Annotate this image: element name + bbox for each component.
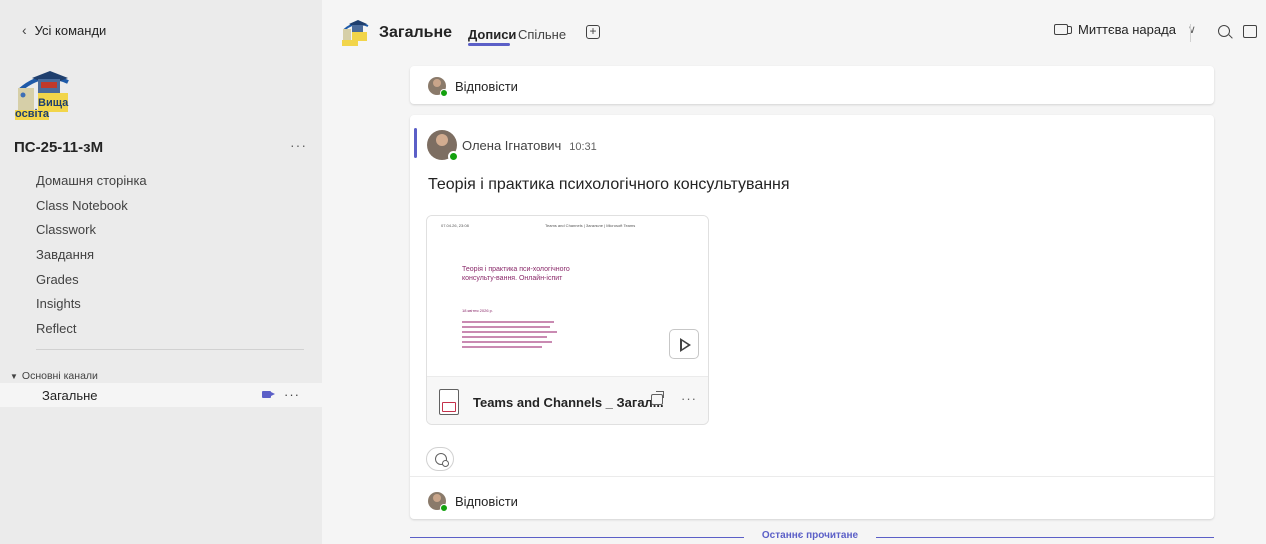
share-icon[interactable] [651, 391, 664, 405]
left-sidebar: ‹ Усі команди Вища освіта ПС-25-11-зМ ··… [0, 0, 322, 544]
team-more-options-button[interactable]: ··· [290, 137, 307, 153]
nav-item-reflect[interactable]: Reflect [36, 320, 147, 345]
nav-item-home[interactable]: Домашня сторінка [36, 172, 147, 197]
nav-item-classwork[interactable]: Classwork [36, 221, 147, 246]
user-avatar [428, 77, 448, 97]
file-name[interactable]: Teams and Channels _ Загал... [473, 395, 664, 410]
nav-item-class-notebook[interactable]: Class Notebook [36, 197, 147, 222]
reply-label: Відповісти [455, 78, 518, 94]
author-avatar [427, 130, 459, 162]
post-time: 10:31 [569, 141, 597, 153]
last-read-label: Останнє прочитане [761, 530, 859, 541]
active-tab-indicator [468, 43, 510, 46]
presence-available-icon [440, 504, 448, 512]
team-name: ПС-25-11-зМ [14, 139, 104, 156]
channel-team-logo [342, 20, 369, 46]
reply-button[interactable]: Відповісти [428, 77, 518, 97]
video-camera-icon [1054, 24, 1072, 35]
reply-label: Відповісти [455, 493, 518, 509]
reply-button[interactable]: Відповісти [428, 492, 518, 512]
preview-timestamp: 07.04.26, 23:08 [441, 223, 469, 228]
new-post-accent [414, 128, 417, 158]
meet-now-button[interactable]: Миттєва нарада ∨ [1054, 22, 1196, 37]
channel-header: Загальне Дописи Спільне + Миттєва нарада… [322, 0, 1266, 62]
file-info-bar: Teams and Channels _ Загал... ··· [427, 376, 708, 424]
author-avatar-wrap[interactable] [427, 130, 459, 162]
main-channels-section[interactable]: ▼ Основні канали [10, 370, 98, 382]
preview-heading: Теорія і практика пси-хологічного консул… [462, 266, 570, 282]
post-card: Олена Ігнатович 10:31 Теорія і практика п… [410, 115, 1214, 519]
chevron-left-icon: ‹ [22, 22, 27, 38]
tab-shared[interactable]: Спільне [518, 27, 566, 42]
last-read-line-right [876, 537, 1214, 538]
video-file-icon [439, 389, 459, 415]
team-logo-text-2: освіта [15, 108, 50, 120]
nav-item-grades[interactable]: Grades [36, 271, 147, 296]
preview-text-lines [462, 321, 562, 351]
post-subject: Теорія і практика психологічного консуль… [428, 176, 790, 193]
post-header: Олена Ігнатович 10:31 [462, 138, 597, 153]
channel-item-general[interactable]: Загальне ··· [0, 383, 322, 407]
caret-down-icon: ▼ [10, 371, 18, 381]
header-separator [1190, 24, 1191, 42]
previous-post-reply-card: Відповісти [410, 66, 1214, 104]
sidebar-divider [36, 349, 304, 350]
channel-title: Загальне [379, 24, 453, 41]
all-teams-label: Усі команди [34, 22, 107, 38]
channel-name: Загальне [42, 387, 98, 403]
file-more-options-button[interactable]: ··· [681, 391, 697, 406]
tab-posts[interactable]: Дописи [468, 27, 516, 42]
post-author[interactable]: Олена Ігнатович [462, 138, 561, 153]
nav-item-assignments[interactable]: Завдання [36, 246, 147, 271]
preview-page-title: Teams and Channels | Загальне | Microsof… [545, 223, 636, 228]
side-panel-icon[interactable] [1243, 25, 1257, 38]
presence-available-icon [448, 151, 459, 162]
add-tab-button[interactable]: + [586, 25, 600, 39]
play-icon[interactable] [669, 329, 699, 359]
user-avatar [428, 492, 448, 512]
video-camera-icon [262, 391, 275, 398]
presence-available-icon [440, 89, 448, 97]
team-nav-list: Домашня сторінка Class Notebook Classwor… [36, 172, 147, 345]
post-divider [410, 476, 1214, 477]
all-teams-back-link[interactable]: ‹ Усі команди [22, 22, 106, 38]
preview-date: 18 квітня 2026 р. [462, 308, 493, 313]
document-preview[interactable]: 07.04.26, 23:08 Teams and Channels | Заг… [427, 216, 708, 376]
main-channels-label: Основні канали [21, 370, 98, 382]
channel-more-options-button[interactable]: ··· [284, 387, 300, 402]
nav-item-insights[interactable]: Insights [36, 295, 147, 320]
meet-now-label: Миттєва нарада [1078, 22, 1176, 37]
last-read-line-left [410, 537, 744, 538]
last-read-divider: Останнє прочитане [410, 530, 1214, 544]
file-attachment-card[interactable]: 07.04.26, 23:08 Teams and Channels | Заг… [426, 215, 709, 425]
add-reaction-icon[interactable] [426, 447, 454, 471]
search-icon[interactable] [1218, 25, 1230, 37]
